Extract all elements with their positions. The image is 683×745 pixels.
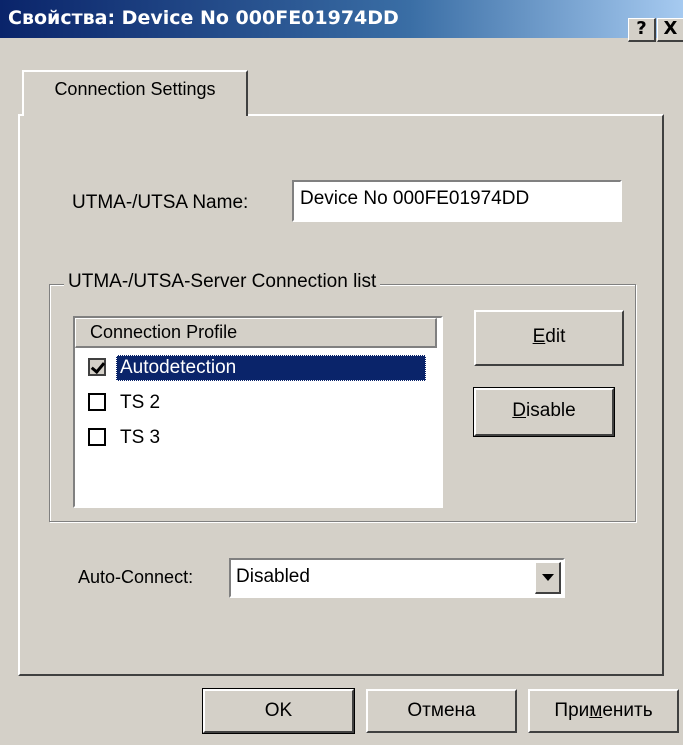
group-title: UTMA-/UTSA-Server Connection list	[64, 271, 381, 293]
chevron-down-icon[interactable]	[535, 562, 561, 594]
apply-button[interactable]: Применить	[528, 689, 679, 733]
checkbox-icon[interactable]	[88, 428, 106, 446]
checkbox-icon[interactable]	[88, 393, 106, 411]
list-item-label: Autodetection	[116, 355, 426, 381]
list-item-ts3[interactable]: TS 3	[88, 425, 434, 451]
apply-mnemonic: м	[589, 700, 603, 721]
name-input[interactable]: Device No 000FE01974DD	[292, 180, 622, 222]
help-button[interactable]: ?	[628, 18, 656, 42]
edit-label: dit	[545, 326, 566, 347]
auto-connect-label: Auto-Connect:	[78, 567, 194, 587]
tab-connection-settings[interactable]: Connection Settings	[22, 70, 248, 116]
disable-label: isable	[526, 400, 576, 421]
disable-button[interactable]: Disable	[473, 387, 615, 437]
list-item-ts2[interactable]: TS 2	[88, 390, 434, 416]
apply-label-pre: При	[554, 700, 590, 721]
edit-button[interactable]: Edit	[474, 310, 624, 366]
list-item-label: TS 2	[120, 392, 161, 413]
name-label: UTMA-/UTSA Name:	[72, 192, 249, 213]
close-button[interactable]: X	[657, 18, 683, 42]
column-header-connection-profile[interactable]: Connection Profile	[75, 318, 437, 348]
auto-connect-value: Disabled	[236, 566, 310, 587]
apply-label-post: енить	[602, 700, 653, 721]
checkbox-checked-icon[interactable]	[88, 358, 106, 376]
disable-mnemonic: D	[512, 400, 527, 421]
ok-button[interactable]: OK	[202, 688, 355, 734]
cancel-button[interactable]: Отмена	[366, 689, 517, 733]
edit-mnemonic: E	[532, 326, 546, 347]
list-item-label: TS 3	[120, 427, 161, 448]
window-title: Свойства: Device No 000FE01974DD	[8, 7, 399, 29]
list-item-autodetection[interactable]: Autodetection	[88, 355, 434, 381]
